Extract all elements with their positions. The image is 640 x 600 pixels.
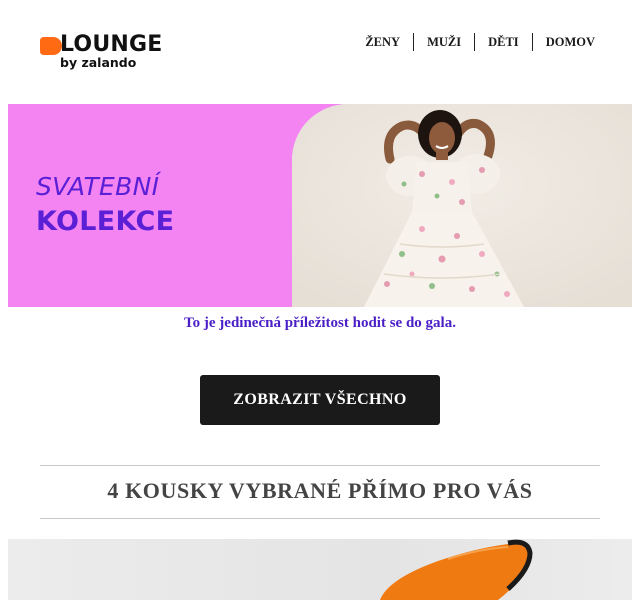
nav-item-zeny[interactable]: ŽENY	[352, 33, 413, 51]
top-nav: ŽENY MUŽI DĚTI DOMOV	[352, 33, 608, 51]
section-title: 4 KOUSKY VYBRANÉ PŘÍMO PRO VÁS	[107, 478, 533, 503]
hero-title-line1: SVATEBNÍ	[36, 172, 160, 201]
hero-banner[interactable]: SVATEBNÍ KOLEKCE	[8, 104, 632, 307]
product-card-image[interactable]	[8, 539, 632, 600]
section-divider-bottom	[40, 518, 600, 519]
brand-name: LOUNGE	[60, 32, 163, 57]
nav-item-domov[interactable]: DOMOV	[533, 33, 608, 51]
show-all-button[interactable]: ZOBRAZIT VŠECHNO	[200, 375, 440, 425]
orange-shoe-image	[380, 539, 533, 600]
section-divider-top	[40, 465, 600, 466]
hero-tagline: To je jedinečná příležitost hodit se do …	[184, 315, 456, 331]
hero-photo	[292, 104, 632, 307]
lounge-logo-mark-icon	[40, 37, 62, 55]
model-in-floral-dress-image	[292, 104, 632, 307]
hero-title-line2: KOLEKCE	[36, 206, 175, 237]
brand-sub: by zalando	[60, 55, 137, 70]
brand-logo[interactable]: LOUNGE by zalando	[38, 32, 178, 72]
nav-item-muzi[interactable]: MUŽI	[414, 33, 474, 51]
nav-item-deti[interactable]: DĚTI	[475, 33, 532, 51]
